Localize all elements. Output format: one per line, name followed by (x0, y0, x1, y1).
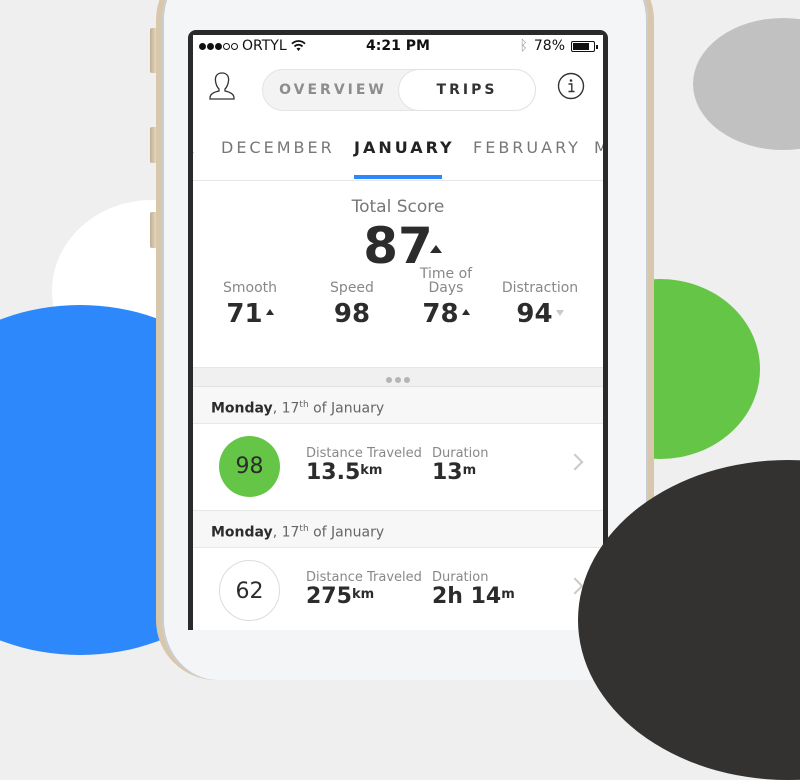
trip-date-number: 17 (281, 524, 300, 541)
distance-value: 13.5 (306, 460, 361, 485)
trip-date-suffix: th (299, 400, 309, 410)
trip-date-month: of January (308, 524, 385, 541)
phone-screen: ORTYL 4:21 PM ᛒ 78% OVERVIEW TRIPS DECEM… (188, 30, 608, 630)
trip-score-badge: 98 (219, 436, 280, 497)
info-button[interactable] (557, 72, 585, 100)
view-segmented-control: OVERVIEW TRIPS (262, 69, 536, 111)
distance-label: Distance Traveled (306, 446, 422, 461)
metric-label: Time of Days (419, 266, 473, 296)
duration-label: Duration (432, 446, 489, 461)
trip-date-suffix: th (299, 524, 309, 534)
trip-row[interactable]: 98 Distance Traveled 13.5km Duration 13m (193, 424, 603, 511)
info-icon (557, 72, 585, 100)
month-tab-february[interactable]: FEBRUARY (473, 138, 581, 157)
battery-percent: 78% (533, 38, 565, 54)
month-selector: R DECEMBER JANUARY FEBRUARY M (193, 122, 603, 181)
metric-value: 98 (333, 299, 371, 329)
metric-label: Smooth (222, 280, 278, 296)
distance-unit: km (360, 463, 383, 478)
tab-trips[interactable]: TRIPS (399, 70, 535, 110)
trend-up-icon (430, 245, 442, 253)
expand-handle[interactable] (193, 368, 603, 387)
app-screen: ORTYL 4:21 PM ᛒ 78% OVERVIEW TRIPS DECEM… (193, 35, 603, 630)
metric-value: 94 (516, 299, 553, 329)
duration-unit: m (462, 463, 477, 478)
metric-distraction: Distraction 94 (485, 265, 595, 329)
month-tab-january[interactable]: JANUARY (354, 138, 455, 157)
active-month-indicator (354, 175, 442, 179)
metric-smooth: Smooth 71 (195, 265, 305, 329)
trend-up-icon (265, 309, 274, 315)
status-bar: ORTYL 4:21 PM ᛒ 78% (193, 35, 603, 57)
month-tab-previous[interactable]: R (193, 138, 197, 157)
score-summary: Total Score 87 Smooth 71 Speed 98 Time o… (193, 181, 603, 368)
metric-value: 78 (422, 299, 459, 329)
trip-day: Monday (211, 400, 273, 417)
tab-overview[interactable]: OVERVIEW (263, 70, 403, 110)
more-icon (386, 377, 410, 383)
profile-button[interactable] (208, 71, 236, 101)
trip-date-header: Monday, 17th of January (193, 511, 603, 548)
trip-row[interactable]: 62 Distance Traveled 275km Duration 2h 1… (193, 548, 603, 630)
distance-value: 275 (306, 584, 352, 609)
metric-label: Distraction (501, 280, 579, 296)
app-header: OVERVIEW TRIPS (193, 57, 603, 122)
trip-date-number: 17 (281, 400, 300, 417)
month-tab-next[interactable]: M (594, 138, 603, 157)
chevron-right-icon[interactable] (566, 453, 584, 471)
bluetooth-icon: ᛒ (519, 38, 528, 54)
month-tab-december[interactable]: DECEMBER (221, 138, 335, 157)
trip-day: Monday (211, 524, 273, 541)
distance-label: Distance Traveled (306, 570, 422, 585)
trend-down-icon (555, 310, 564, 316)
battery-icon (571, 40, 598, 52)
trip-date-month: of January (308, 400, 385, 417)
duration-value: 13 (432, 460, 463, 485)
duration-value: 2h 14 (432, 584, 502, 609)
user-icon (209, 72, 235, 100)
trend-up-icon (461, 309, 470, 315)
trip-date-header: Monday, 17th of January (193, 387, 603, 424)
total-score-label: Total Score (351, 197, 445, 217)
duration-label: Duration (432, 570, 489, 585)
trip-score-badge: 62 (219, 560, 280, 621)
metric-value: 71 (226, 299, 263, 329)
decorative-gray-circle (693, 18, 800, 150)
